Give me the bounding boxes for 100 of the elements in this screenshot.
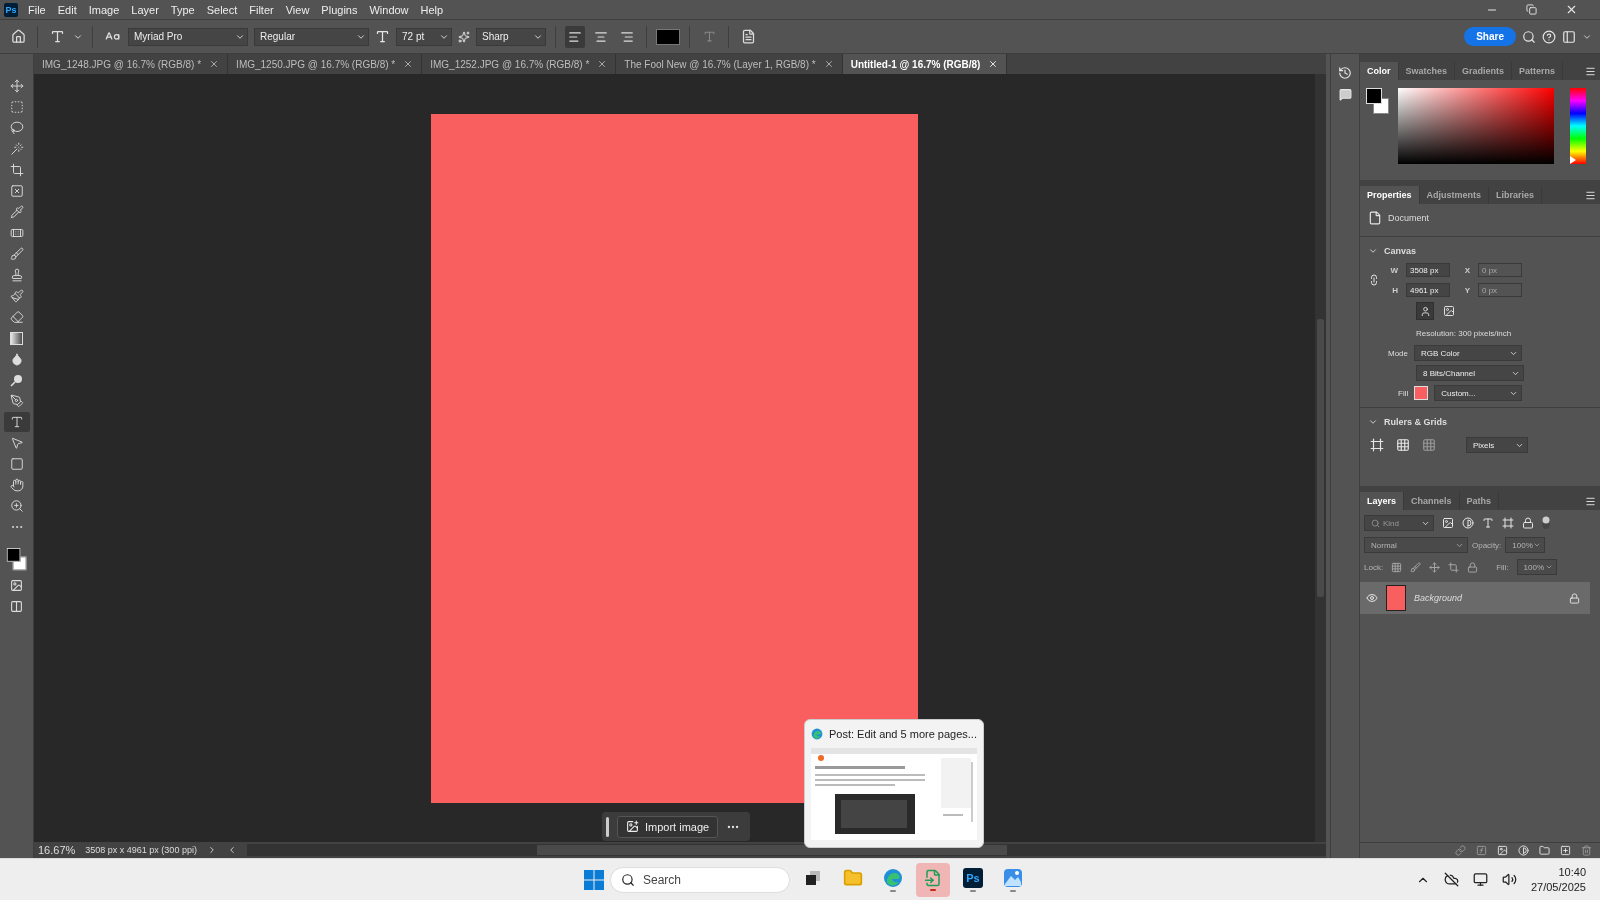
units-dropdown[interactable]: Pixels xyxy=(1466,437,1528,453)
menu-item[interactable]: Window xyxy=(365,3,417,16)
panel-tab[interactable]: Layers xyxy=(1360,492,1405,510)
panels-icon xyxy=(740,29,756,44)
speaker-icon[interactable] xyxy=(1501,872,1517,887)
clock[interactable]: 10:40 27/05/2025 xyxy=(1530,864,1586,895)
menu-icon[interactable] xyxy=(1585,495,1596,507)
color-swatches[interactable] xyxy=(1366,88,1390,116)
color-swatches[interactable] xyxy=(6,548,27,572)
search-icon[interactable] xyxy=(1522,29,1536,44)
lock-brush-icon[interactable] xyxy=(1410,561,1422,573)
fill-swatch[interactable] xyxy=(1414,386,1429,400)
font-family-dropdown[interactable]: Myriad Pro xyxy=(128,27,248,46)
help-icon[interactable] xyxy=(1542,29,1556,44)
chevron-down-icon[interactable] xyxy=(1368,417,1378,427)
dimension-field[interactable]: 4961 px xyxy=(1406,283,1450,297)
monitor-icon[interactable] xyxy=(1472,872,1488,887)
close-icon[interactable] xyxy=(403,59,414,69)
section-title[interactable]: Canvas xyxy=(1384,246,1417,256)
grid-icon[interactable] xyxy=(1396,438,1410,452)
menu-item[interactable]: View xyxy=(281,3,318,16)
type-filter-icon[interactable] xyxy=(1482,517,1494,529)
anti-alias-dropdown[interactable]: Sharp xyxy=(476,27,546,46)
blend-mode-dropdown[interactable]: Normal xyxy=(1364,537,1468,553)
adjustment-filter-icon[interactable] xyxy=(1462,517,1474,529)
mask-icon[interactable] xyxy=(1497,845,1508,856)
zoom-level[interactable]: 16.67% xyxy=(38,844,76,856)
horizontal-scrollbar[interactable] xyxy=(246,844,1326,856)
document-tab[interactable]: Untitled-1 @ 16.7% (RGB/8) xyxy=(842,54,1008,74)
new-layer-icon[interactable] xyxy=(1560,845,1571,856)
slider-thumb[interactable] xyxy=(1570,156,1576,164)
font-style-dropdown[interactable]: Regular xyxy=(254,27,369,46)
text-color-swatch[interactable] xyxy=(656,28,680,45)
link-icon[interactable] xyxy=(1368,274,1380,286)
drag-handle[interactable] xyxy=(606,816,609,837)
menu-item[interactable]: File xyxy=(24,3,54,16)
font-size-dropdown[interactable]: 72 pt xyxy=(396,27,452,46)
link-icon[interactable] xyxy=(1455,845,1466,856)
workspace-icon[interactable] xyxy=(1562,29,1576,44)
panel-tab[interactable]: Color xyxy=(1360,62,1399,80)
menu-item[interactable]: Select xyxy=(202,3,246,16)
menu-item[interactable]: Layer xyxy=(127,3,167,16)
import-image-button[interactable]: Import image xyxy=(617,815,719,838)
orientation-button[interactable] xyxy=(1416,302,1434,320)
tool-button[interactable] xyxy=(3,412,30,432)
layer-filter-dropdown[interactable]: Kind xyxy=(1364,515,1434,531)
menu-item[interactable]: Plugins xyxy=(317,3,366,16)
filter-toggle[interactable] xyxy=(1542,516,1550,530)
panel-tab[interactable]: Properties xyxy=(1360,186,1420,204)
search-field[interactable]: Search xyxy=(610,866,790,893)
search-icon xyxy=(1371,518,1380,528)
lock-position-icon[interactable] xyxy=(1429,561,1441,573)
menu-item[interactable]: Image xyxy=(84,3,128,16)
cloud-off-icon[interactable] xyxy=(1443,872,1459,887)
fill-dropdown[interactable]: Custom... xyxy=(1434,385,1523,401)
menu-item[interactable]: Help xyxy=(416,3,452,16)
chevron-down-icon[interactable] xyxy=(1368,246,1378,256)
eye-icon[interactable] xyxy=(1366,592,1378,604)
mode-dropdown[interactable]: RGB Color xyxy=(1414,345,1522,361)
color-picker-field[interactable] xyxy=(1398,88,1554,164)
close-icon[interactable] xyxy=(209,59,220,69)
lock-pixels-icon[interactable] xyxy=(1391,561,1403,573)
close-icon[interactable] xyxy=(597,59,608,69)
opacity-field[interactable]: 100% xyxy=(1505,537,1546,553)
depth-dropdown[interactable]: 8 Bits/Channel xyxy=(1416,365,1524,381)
adjustment-icon[interactable] xyxy=(1518,845,1529,856)
guides-icon[interactable] xyxy=(1422,438,1436,452)
menu-item[interactable]: Type xyxy=(166,3,203,16)
hue-slider[interactable] xyxy=(1570,88,1586,164)
start-icon[interactable] xyxy=(584,869,604,890)
comment-icon[interactable] xyxy=(1338,88,1352,101)
shape-filter-icon[interactable] xyxy=(1502,517,1514,529)
close-icon[interactable] xyxy=(988,59,999,69)
close-icon[interactable] xyxy=(823,59,834,69)
restore-icon[interactable] xyxy=(1526,4,1537,15)
dimension-field[interactable]: 3508 px xyxy=(1406,263,1450,277)
share-button[interactable]: Share xyxy=(1464,27,1516,46)
menu-icon[interactable] xyxy=(1585,189,1596,201)
align-button[interactable] xyxy=(565,25,585,48)
menu-item[interactable]: Filter xyxy=(245,3,282,16)
fill-field[interactable]: 100% xyxy=(1516,559,1557,575)
layer-row[interactable]: Background xyxy=(1360,582,1590,614)
gradient-icon xyxy=(10,331,23,345)
smart-object-filter-icon[interactable] xyxy=(1522,517,1534,529)
lock-all-icon[interactable] xyxy=(1467,561,1479,573)
function-icon[interactable] xyxy=(1476,845,1487,856)
rulers-icon[interactable] xyxy=(1370,438,1384,452)
taskbar-preview[interactable]: Post: Edit and 5 more pages... xyxy=(804,719,984,848)
taskbar-app[interactable]: Ps xyxy=(956,862,990,897)
close-icon[interactable] xyxy=(1565,3,1578,16)
history-icon[interactable] xyxy=(1338,66,1352,80)
vertical-scrollbar[interactable] xyxy=(1315,74,1326,842)
section-title[interactable]: Rulers & Grids xyxy=(1384,417,1448,427)
folder-icon[interactable] xyxy=(1539,845,1550,856)
image-filter-icon[interactable] xyxy=(1442,517,1454,529)
trash-icon[interactable] xyxy=(1581,845,1592,856)
lock-icon[interactable] xyxy=(1569,592,1580,604)
menu-icon[interactable] xyxy=(1585,65,1596,77)
menu-item[interactable]: Edit xyxy=(53,3,85,16)
lock-artboard-icon[interactable] xyxy=(1448,561,1460,573)
